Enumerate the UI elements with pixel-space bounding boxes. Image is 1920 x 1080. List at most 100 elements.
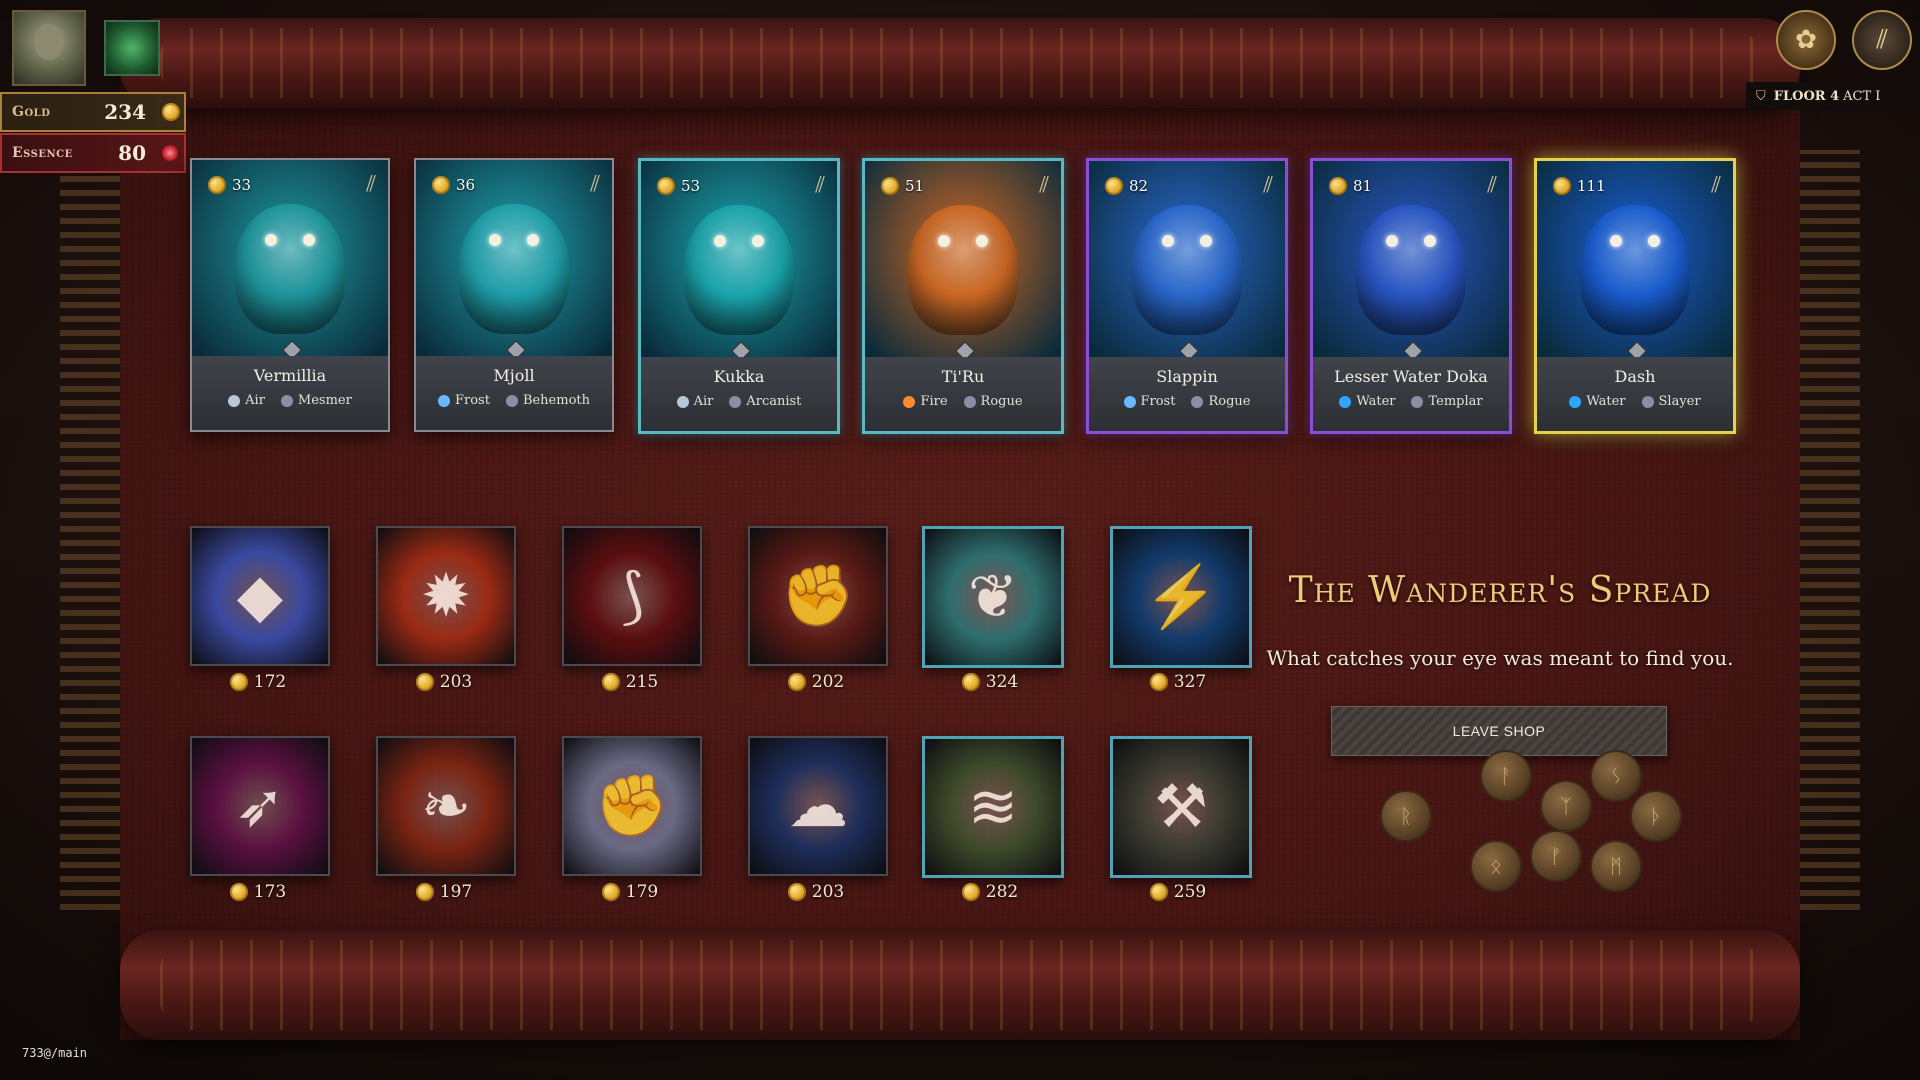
item-price: 179 bbox=[562, 882, 698, 902]
creature-class-label: Mesmer bbox=[297, 393, 352, 408]
item-price-value: 179 bbox=[625, 882, 659, 902]
creature-cost-value: 111 bbox=[1577, 177, 1606, 195]
shop-item[interactable]: ❧ bbox=[376, 736, 516, 876]
creature-cost-value: 82 bbox=[1129, 177, 1149, 195]
gold-coin-icon bbox=[787, 883, 806, 901]
shop-item[interactable]: ≋ bbox=[922, 736, 1064, 878]
shop-item[interactable]: ◆ bbox=[190, 526, 330, 666]
gold-coin-icon bbox=[229, 673, 248, 691]
creature-cost-value: 53 bbox=[681, 177, 701, 195]
item-price-value: 259 bbox=[1173, 882, 1207, 902]
gold-coin-icon bbox=[432, 176, 450, 194]
spirit-fist-icon: ✊ bbox=[594, 771, 670, 841]
item-price-value: 173 bbox=[253, 882, 287, 902]
burning-wings-icon: ❧ bbox=[420, 771, 472, 841]
creature-card[interactable]: 111 ⫽ Dash Water Slayer bbox=[1534, 158, 1736, 434]
essence-counter: Essence 80 bbox=[0, 133, 186, 173]
class-icon bbox=[729, 395, 742, 408]
shop-item[interactable]: ✊ bbox=[562, 736, 702, 876]
claw-mark-icon: ⫽ bbox=[1487, 173, 1497, 198]
creature-figure bbox=[684, 205, 794, 335]
shop-item[interactable]: ⚡ bbox=[1110, 526, 1252, 668]
item-price: 215 bbox=[562, 672, 698, 692]
item-price: 324 bbox=[922, 672, 1058, 692]
creature-type-label: Frost bbox=[1140, 394, 1176, 409]
claw-mark-icon: ⫽ bbox=[1263, 173, 1273, 198]
floor-label: FLOOR 4 bbox=[1773, 88, 1840, 104]
essence-label: Essence bbox=[12, 145, 73, 161]
gold-coin-icon bbox=[1329, 177, 1347, 195]
creature-type-label: Fire bbox=[920, 394, 948, 409]
creature-class: Behemoth bbox=[505, 393, 591, 408]
ember-gauntlet-icon: ✊ bbox=[780, 561, 856, 631]
creature-figure bbox=[1356, 205, 1466, 335]
menu-button-icon: ⫽ bbox=[1876, 24, 1888, 55]
shop-item[interactable]: ✹ bbox=[376, 526, 516, 666]
creature-figure bbox=[235, 204, 345, 334]
creature-info: Vermillia Air Mesmer bbox=[192, 356, 388, 430]
item-price-value: 203 bbox=[439, 672, 473, 692]
creature-cost-value: 81 bbox=[1353, 177, 1373, 195]
creature-name: Slappin bbox=[1156, 367, 1218, 386]
creature-type-label: Water bbox=[1356, 394, 1396, 409]
menu-button[interactable]: ⫽ bbox=[1852, 10, 1912, 70]
creature-info: Lesser Water Doka Water Templar bbox=[1313, 357, 1509, 431]
creature-class-label: Arcanist bbox=[746, 394, 802, 409]
essence-value: 80 bbox=[118, 141, 146, 165]
creature-cost-value: 36 bbox=[456, 176, 476, 194]
creature-class-label: Rogue bbox=[980, 394, 1023, 409]
shop-item[interactable]: ⚒ bbox=[1110, 736, 1252, 878]
creature-card[interactable]: 36 ⫽ Mjoll Frost Behemoth bbox=[414, 158, 614, 432]
shop-item[interactable]: ✊ bbox=[748, 526, 888, 666]
element-icon bbox=[1339, 395, 1352, 408]
creature-class: Rogue bbox=[1191, 394, 1250, 409]
class-icon bbox=[1411, 395, 1424, 408]
creature-card[interactable]: 51 ⫽ Ti'Ru Fire Rogue bbox=[862, 158, 1064, 434]
creature-cost: 81 bbox=[1329, 177, 1372, 195]
creature-cost: 53 bbox=[657, 177, 700, 195]
creature-cost: 36 bbox=[432, 176, 475, 194]
molten-rock-icon: ✹ bbox=[420, 561, 472, 631]
gold-label: Gold bbox=[12, 104, 51, 120]
element-icon bbox=[903, 395, 916, 408]
creature-card[interactable]: 82 ⫽ Slappin Frost Rogue bbox=[1086, 158, 1288, 434]
creature-type-label: Water bbox=[1586, 394, 1626, 409]
gold-coin-icon bbox=[1149, 673, 1168, 691]
gold-coin-icon bbox=[787, 673, 806, 691]
creature-type: Air bbox=[228, 393, 265, 408]
creature-class: Slayer bbox=[1641, 394, 1701, 409]
creature-cost-value: 33 bbox=[232, 176, 252, 194]
creature-name: Lesser Water Doka bbox=[1334, 367, 1488, 386]
floor-icon: ⛉ bbox=[1756, 88, 1766, 104]
shovel-icon: ⚒ bbox=[1154, 772, 1208, 842]
creature-type: Water bbox=[1569, 394, 1626, 409]
creature-card[interactable]: 33 ⫽ Vermillia Air Mesmer bbox=[190, 158, 390, 432]
creature-card[interactable]: 53 ⫽ Kukka Air Arcanist bbox=[638, 158, 840, 434]
relic-icon[interactable] bbox=[104, 20, 160, 76]
gold-coin-icon bbox=[1149, 883, 1168, 901]
creature-class-label: Behemoth bbox=[522, 393, 591, 408]
item-price-value: 215 bbox=[625, 672, 659, 692]
shop-item[interactable]: ☁ bbox=[748, 736, 888, 876]
creature-card[interactable]: 81 ⫽ Lesser Water Doka Water Templar bbox=[1310, 158, 1512, 434]
rug-fringe-right bbox=[1800, 150, 1860, 910]
map-button-icon: ✿ bbox=[1795, 25, 1817, 55]
character-portrait[interactable] bbox=[12, 10, 86, 86]
map-button[interactable]: ✿ bbox=[1776, 10, 1836, 70]
shop-item[interactable]: ⟆ bbox=[562, 526, 702, 666]
creature-type-label: Air bbox=[245, 393, 265, 408]
shop-item[interactable]: ➶ bbox=[190, 736, 330, 876]
creature-info: Dash Water Slayer bbox=[1537, 357, 1733, 431]
leave-shop-button[interactable]: LEAVE SHOP bbox=[1331, 706, 1667, 756]
element-icon bbox=[676, 395, 689, 408]
item-price: 202 bbox=[748, 672, 884, 692]
creature-class: Arcanist bbox=[729, 394, 801, 409]
creature-cost: 51 bbox=[881, 177, 924, 195]
shop-subtitle: What catches your eye was meant to find … bbox=[1266, 646, 1734, 670]
creature-figure bbox=[1580, 205, 1690, 335]
creature-name: Vermillia bbox=[253, 366, 327, 385]
act-label: ACT I bbox=[1843, 88, 1881, 104]
item-price: 203 bbox=[376, 672, 512, 692]
item-price-value: 327 bbox=[1173, 672, 1207, 692]
shop-item[interactable]: ❦ bbox=[922, 526, 1064, 668]
